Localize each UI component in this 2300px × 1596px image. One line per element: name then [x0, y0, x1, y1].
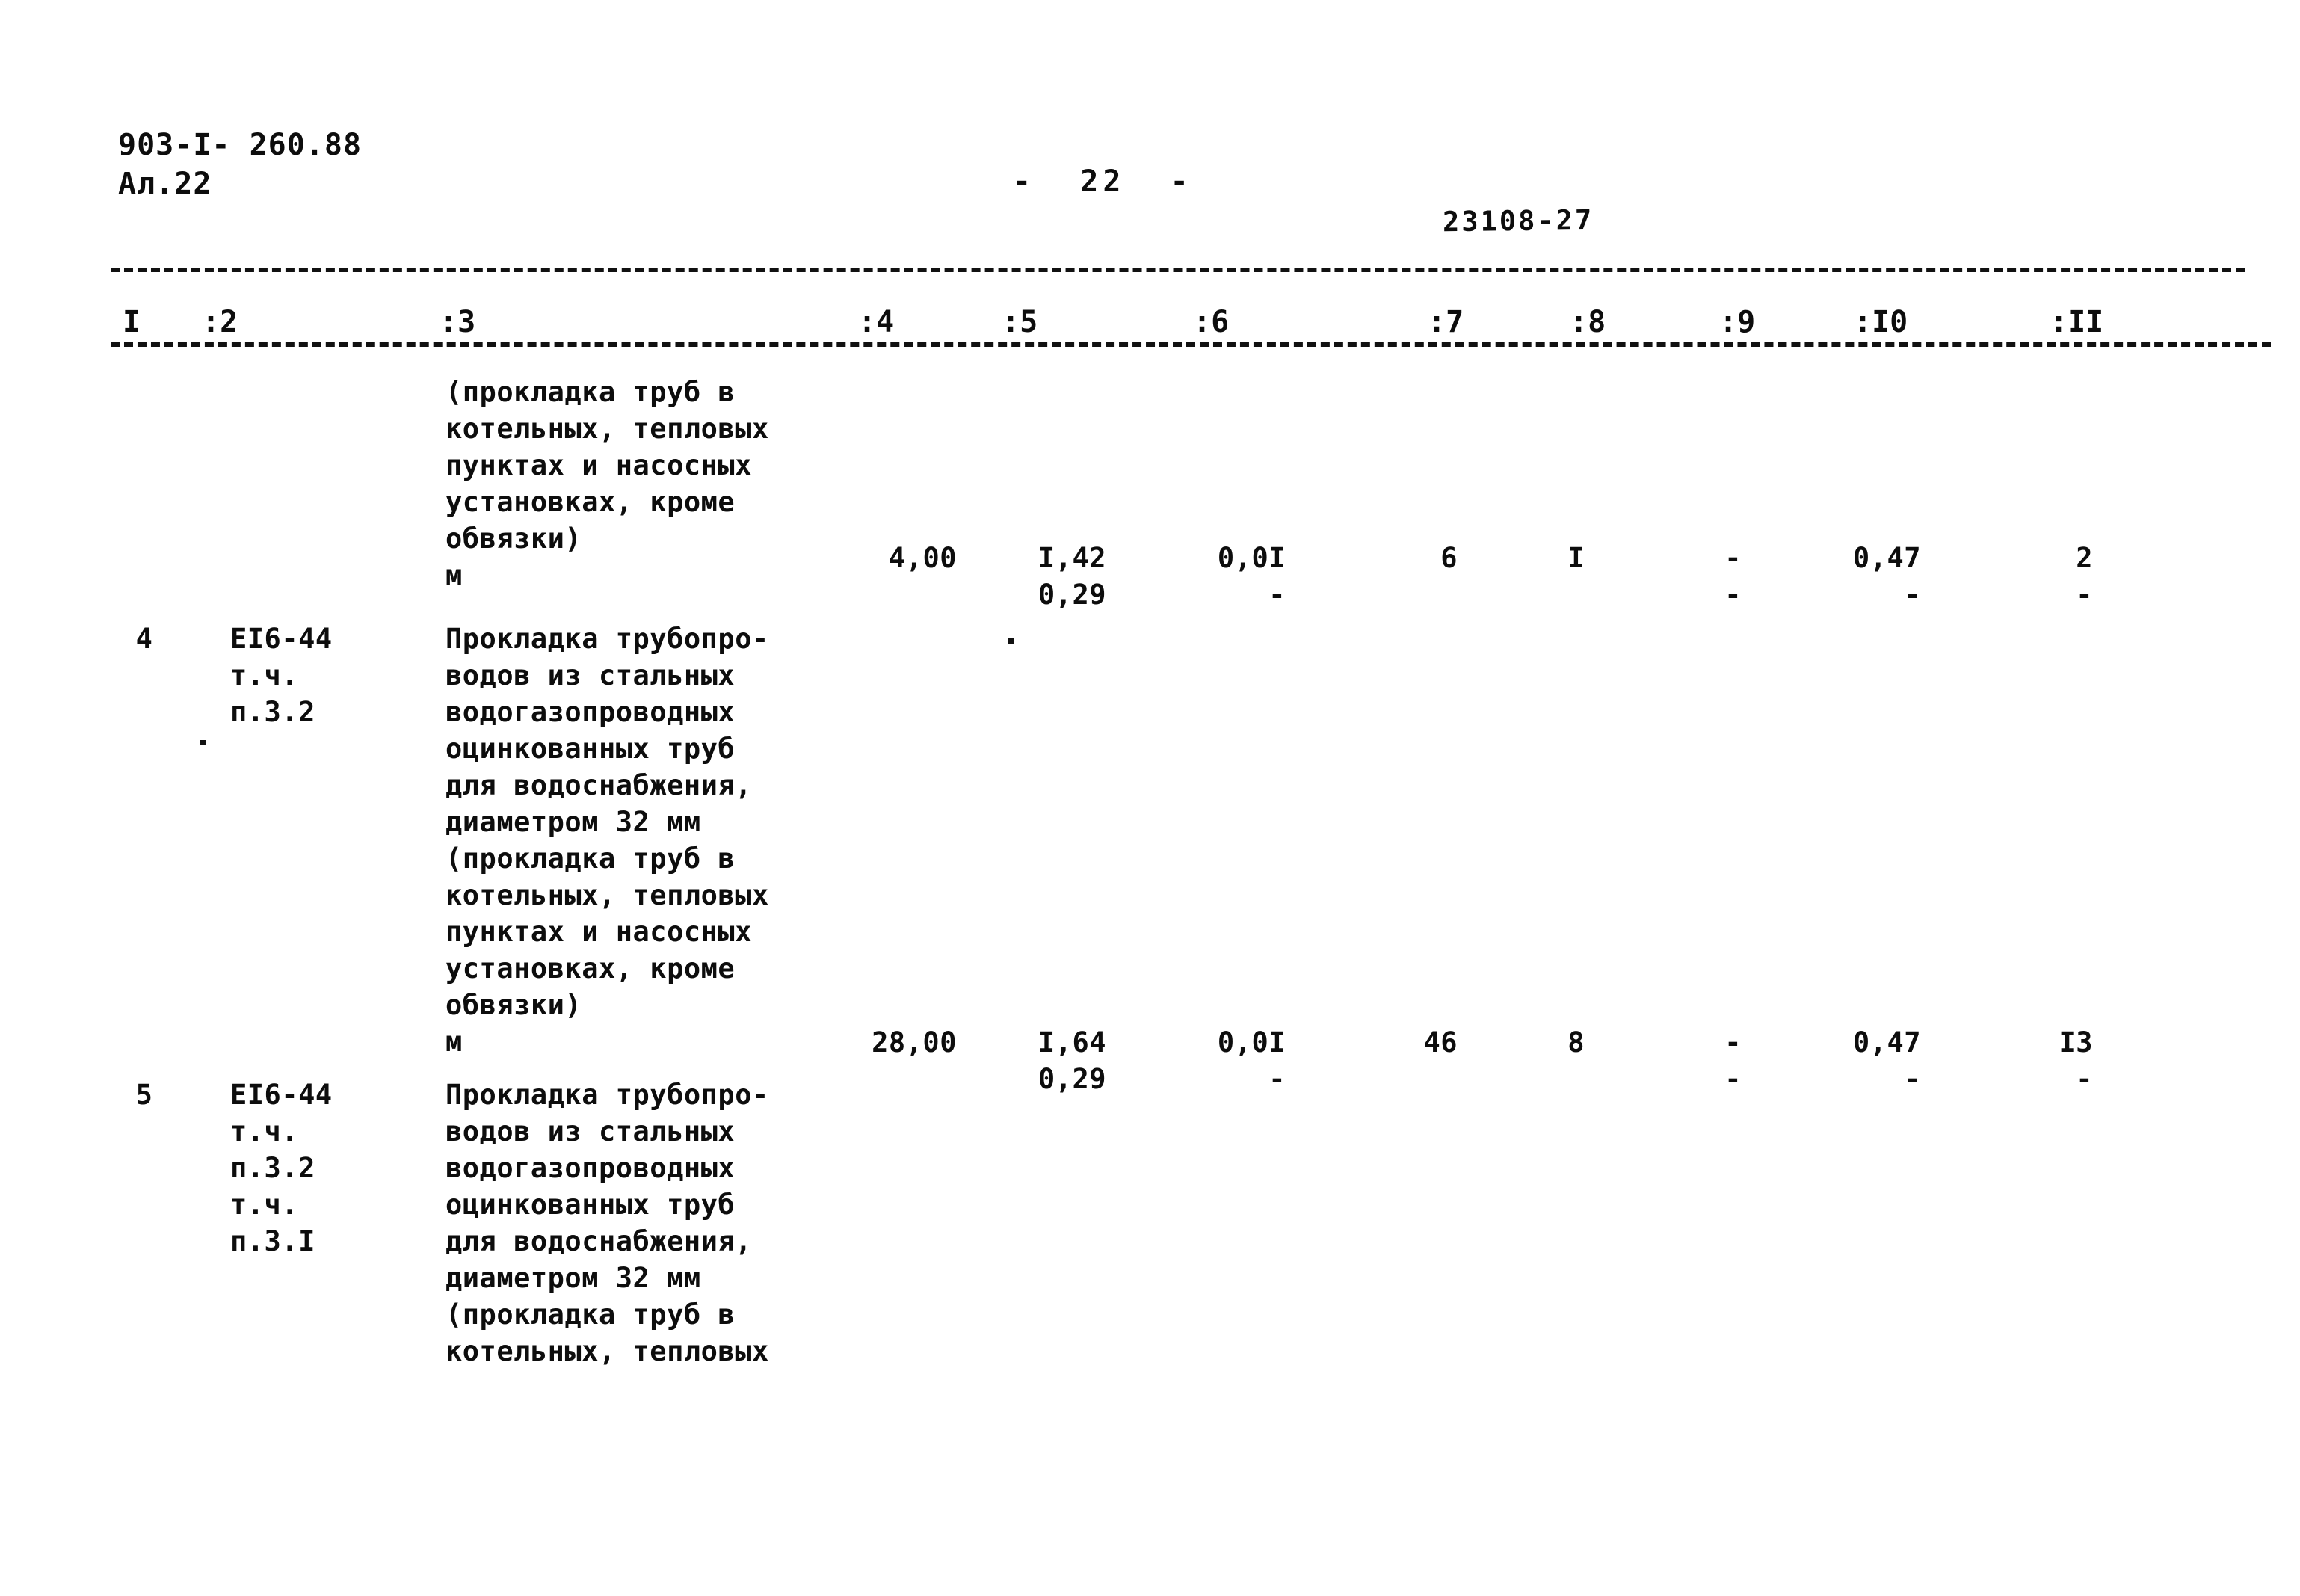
value-cell-col9: --: [1644, 540, 1742, 613]
table-row: 5 ЕI6-44 т.ч. п.3.2 т.ч. п.3.I Прокладка т…: [0, 1076, 2300, 1390]
value-main: 8: [1567, 1026, 1585, 1059]
value-main: 0,0I: [1217, 1026, 1286, 1059]
value-sub: -: [1904, 579, 1921, 611]
scanned-document-page: 903-I- 260.88 Ал.22 - 22 - 23108-27 I :2 :3…: [0, 0, 2300, 1596]
scan-speck: [200, 740, 206, 745]
column-header-4: :4: [858, 305, 895, 339]
value-sub: -: [1268, 579, 1286, 611]
work-description: Прокладка трубопро- водов из стальных во…: [445, 623, 769, 1058]
document-code-line1: 903-I- 260.88: [118, 128, 363, 162]
value-main: 0,47: [1852, 1026, 1921, 1059]
page-number: - 22 -: [1013, 164, 1193, 199]
value-main: 2: [2076, 542, 2093, 574]
value-main: I,42: [1038, 542, 1106, 574]
document-code-line2: Ал.22: [118, 167, 212, 201]
value-cell-col8: 8: [1487, 1024, 1585, 1061]
column-header-1: I: [123, 305, 141, 339]
document-code: 903-I- 260.88 Ал.22: [118, 126, 362, 203]
row-number: 4: [135, 623, 153, 655]
table-top-rule: [111, 268, 2245, 272]
column-header-3: :3: [440, 305, 476, 339]
value-main: 4,00: [888, 542, 957, 574]
value-main: -: [1724, 542, 1742, 574]
value-main: 6: [1440, 542, 1458, 574]
table-row: (прокладка труб в котельных, тепловых пу…: [0, 374, 2300, 620]
value-sub: 0,29: [1038, 579, 1106, 611]
column-header-9: :9: [1719, 305, 1756, 339]
column-header-10: :I0: [1854, 305, 1908, 339]
value-cell-col6: 0,0I -: [1144, 540, 1286, 613]
column-header-5: :5: [1002, 305, 1038, 339]
value-cell-col7: 46: [1338, 1024, 1458, 1061]
column-header-2: :2: [202, 305, 238, 339]
column-header-7: :7: [1428, 305, 1464, 339]
work-description: Прокладка трубопро- водов из стальных во…: [445, 1079, 769, 1367]
value-main: -: [1724, 1026, 1742, 1059]
table-row: 4 ЕI6-44 т.ч. п.3.2 Прокладка трубопро- во…: [0, 620, 2300, 1095]
value-cell-col11: 2-: [1973, 540, 2093, 613]
value-cell-col5: I,42 0,29: [972, 540, 1106, 613]
value-main: I,64: [1038, 1026, 1106, 1059]
norm-code: ЕI6-44 т.ч. п.3.2 т.ч. п.3.I: [230, 1079, 333, 1257]
table-header-rule: [111, 342, 2271, 347]
row-number: 5: [135, 1079, 153, 1111]
column-header-8: :8: [1570, 305, 1606, 339]
value-main: 46: [1423, 1026, 1458, 1059]
column-header-11: :II: [2050, 305, 2104, 339]
value-sub: -: [2076, 579, 2093, 611]
value-main: 0,47: [1852, 542, 1921, 574]
value-main: I: [1567, 542, 1585, 574]
value-main: 0,0I: [1217, 542, 1286, 574]
stamp-code: 23108-27: [1442, 203, 1594, 238]
column-header-6: :6: [1193, 305, 1230, 339]
value-cell-col7: 6: [1338, 540, 1458, 576]
work-description: (прокладка труб в котельных, тепловых пу…: [445, 376, 769, 591]
norm-code: ЕI6-44 т.ч. п.3.2: [230, 623, 333, 728]
value-cell-col4: 4,00: [792, 540, 957, 576]
scan-speck: [1008, 638, 1014, 644]
value-sub: -: [1724, 579, 1742, 611]
value-cell-col10: 0,47 -: [1779, 540, 1921, 613]
value-cell-col8: I: [1487, 540, 1585, 576]
value-cell-col4: 28,00: [792, 1024, 957, 1061]
value-main: 28,00: [872, 1026, 957, 1059]
value-main: I3: [2059, 1026, 2093, 1059]
